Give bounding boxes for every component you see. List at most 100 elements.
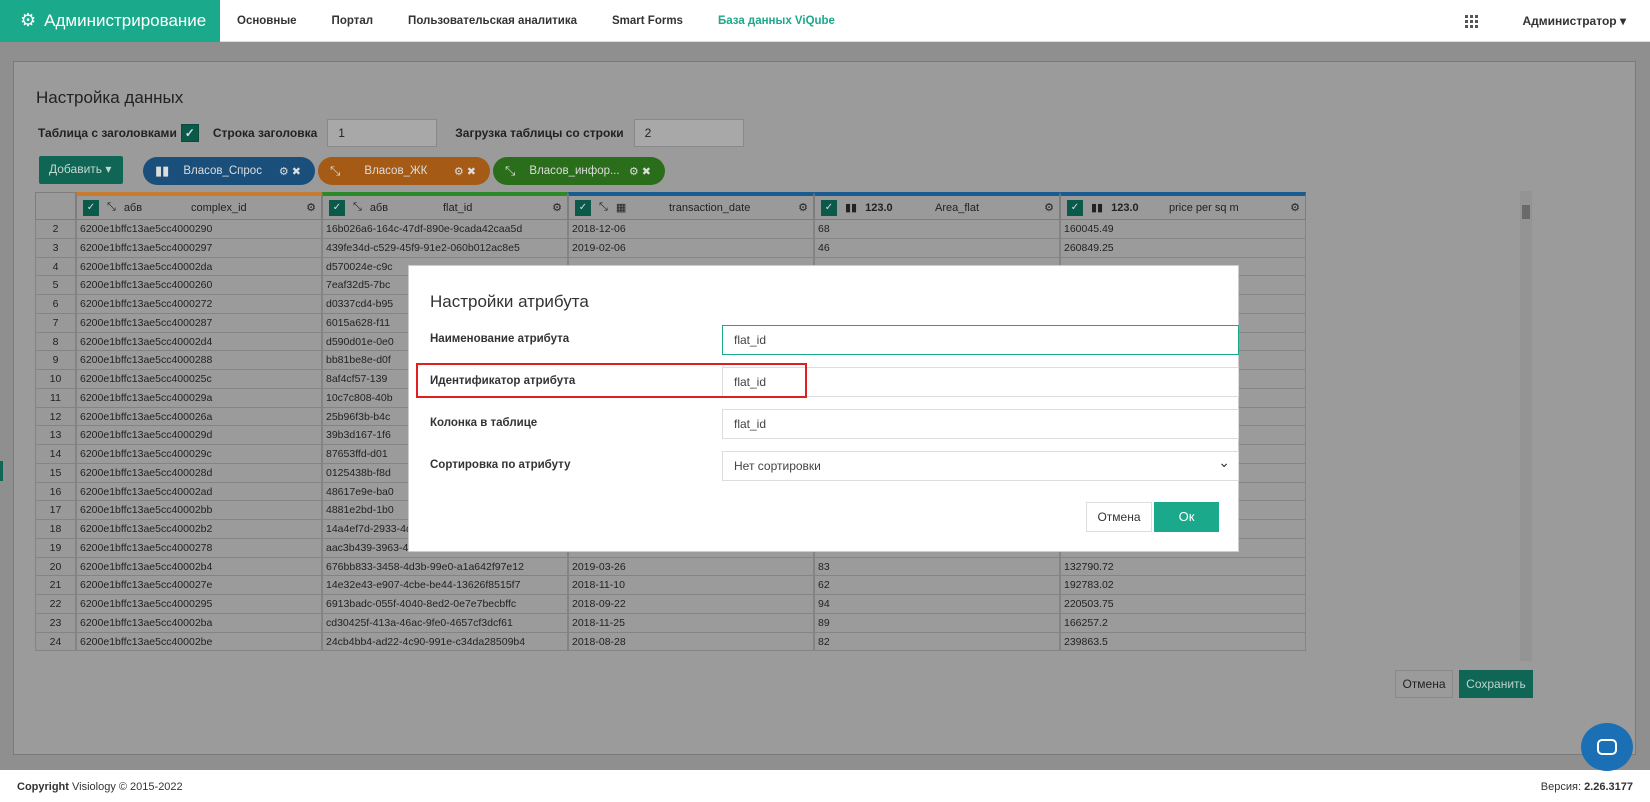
nav-link-user-analytics[interactable]: Пользовательская аналитика — [408, 15, 577, 27]
apps-grid-icon[interactable] — [1464, 15, 1479, 28]
column-type: абв — [369, 201, 389, 214]
modal-ok-button[interactable]: Ок — [1154, 502, 1219, 532]
row-index: 8 — [35, 332, 76, 352]
row-index: 15 — [35, 463, 76, 483]
table-cell: 24cb4bb4-ad22-4c90-991e-c34da28509b4 — [322, 632, 568, 652]
caret-down-icon: ▾ — [1619, 14, 1626, 28]
row-index-header — [35, 192, 76, 220]
table-row: 21 6200e1bffc13ae5cc400027e 14e32e43-e907-… — [35, 576, 1306, 595]
table-cell: cd30425f-413a-46ac-9fe0-4657cf3dcf61 — [322, 613, 568, 633]
chip-demand[interactable]: ▮▮ Власов_Спрос ⚙ ✖ — [143, 157, 315, 185]
table-column-label: Колонка в таблице — [430, 417, 538, 429]
chip-complex[interactable]: ⤡ Власов_ЖК ⚙ ✖ — [318, 157, 490, 185]
table-cell: 676bb833-3458-4d3b-99e0-a1a642f97e12 — [322, 557, 568, 577]
row-index: 23 — [35, 613, 76, 633]
version: Версия: 2.26.3177 — [1541, 781, 1633, 793]
table-row: 2 6200e1bffc13ae5cc4000290 16b026a6-164c-4… — [35, 220, 1306, 239]
panel-save-button[interactable]: Сохранить — [1459, 670, 1533, 698]
column-type: 123.0 — [865, 201, 893, 214]
table-scrollbar[interactable] — [1520, 191, 1532, 661]
nav-links: Основные Портал Пользовательская аналити… — [237, 15, 870, 27]
table-cell: 160045.49 — [1060, 220, 1306, 239]
column-name: flat_id — [443, 201, 473, 214]
chat-button[interactable] — [1581, 723, 1633, 771]
table-cell: 220503.75 — [1060, 595, 1306, 614]
gear-icon[interactable]: ⚙ — [306, 201, 316, 214]
axes-icon: ⤡ — [330, 163, 341, 178]
table-cell: 6200e1bffc13ae5cc4000272 — [76, 295, 322, 314]
table-cell: 82 — [814, 632, 1060, 652]
table-cell: 6200e1bffc13ae5cc40002ad — [76, 482, 322, 502]
table-options: Таблица с заголовками ✓ Строка заголовка… — [38, 119, 762, 147]
table-with-headers-checkbox[interactable]: ✓ — [180, 124, 199, 142]
column-checkbox[interactable]: ✓ — [821, 199, 837, 216]
column-checkbox[interactable]: ✓ — [83, 199, 99, 216]
load-from-row-input[interactable]: 2 — [633, 119, 744, 147]
top-navbar: ⚙ Администрирование Основные Портал Поль… — [0, 0, 1650, 42]
gear-icon[interactable]: ⚙ — [798, 201, 808, 214]
table-cell: 6200e1bffc13ae5cc400027e — [76, 576, 322, 595]
row-index: 16 — [35, 482, 76, 502]
column-checkbox[interactable]: ✓ — [329, 199, 345, 216]
column-header[interactable]: ✓ ⤡ ▦ transaction_date ⚙ — [568, 192, 814, 220]
user-menu[interactable]: Администратор ▾ — [1523, 14, 1626, 28]
table-cell: 6200e1bffc13ae5cc4000290 — [76, 220, 322, 239]
gear-icon[interactable]: ⚙ — [552, 201, 562, 214]
table-cell: 6200e1bffc13ae5cc40002bb — [76, 501, 322, 520]
sort-select[interactable]: Нет сортировки — [722, 451, 1239, 481]
table-cell: 6200e1bffc13ae5cc40002b4 — [76, 557, 322, 577]
table-cell: 2018-08-28 — [568, 632, 814, 652]
user-name: Администратор — [1522, 14, 1617, 28]
table-row: 20 6200e1bffc13ae5cc40002b4 676bb833-3458-… — [35, 557, 1306, 577]
table-row: 3 6200e1bffc13ae5cc4000297 439fe34d-c529-4… — [35, 238, 1306, 258]
bar-chart-icon: ▮▮ — [845, 202, 858, 214]
nav-link-portal[interactable]: Портал — [332, 15, 374, 27]
axes-icon: ⤡ — [505, 163, 516, 178]
chip-label: Власов_ЖК — [364, 165, 428, 177]
table-cell: 6200e1bffc13ae5cc400025c — [76, 370, 322, 389]
table-with-headers-label: Таблица с заголовками — [38, 126, 177, 140]
nav-link-main[interactable]: Основные — [237, 15, 297, 27]
chip-label: Власов_Спрос — [183, 165, 262, 177]
column-header[interactable]: ✓ ▮▮ 123.0 price per sq m ⚙ — [1060, 192, 1306, 220]
gear-icon[interactable]: ⚙ — [1290, 201, 1300, 214]
gear-icon[interactable]: ⚙ — [1044, 201, 1054, 214]
row-index: 18 — [35, 520, 76, 539]
attribute-name-input[interactable]: flat_id — [722, 325, 1239, 355]
column-checkbox[interactable]: ✓ — [1067, 199, 1083, 216]
nav-link-viqube[interactable]: База данных ViQube — [718, 15, 835, 27]
modal-cancel-button[interactable]: Отмена — [1086, 502, 1152, 532]
table-column-input[interactable]: flat_id — [722, 409, 1239, 439]
scrollbar-thumb[interactable] — [1522, 205, 1530, 219]
sort-label: Сортировка по атрибуту — [430, 459, 571, 471]
chip-actions[interactable]: ⚙ ✖ — [279, 165, 301, 178]
column-name: Area_flat — [935, 201, 980, 214]
table-cell: 6200e1bffc13ae5cc4000297 — [76, 238, 322, 258]
row-index: 21 — [35, 576, 76, 595]
panel-cancel-button[interactable]: Отмена — [1395, 670, 1453, 698]
table-cell: 2019-03-26 — [568, 557, 814, 577]
attribute-name-row: Наименование атрибута flat_id — [430, 325, 1239, 355]
chip-actions[interactable]: ⚙ ✖ — [454, 165, 476, 178]
column-header[interactable]: ✓ ⤡ абв flat_id ⚙ — [322, 192, 568, 220]
table-cell: 6913badc-055f-4040-8ed2-0e7e7becbffc — [322, 595, 568, 614]
header-row-input[interactable]: 1 — [327, 119, 438, 147]
axes-icon: ⤡ — [599, 201, 608, 213]
table-cell: 2019-02-06 — [568, 238, 814, 258]
nav-link-smart-forms[interactable]: Smart Forms — [612, 15, 683, 27]
chip-actions[interactable]: ⚙ ✖ — [629, 165, 651, 178]
row-index: 13 — [35, 426, 76, 445]
column-checkbox[interactable]: ✓ — [575, 199, 591, 216]
column-header[interactable]: ✓ ⤡ абв complex_id ⚙ — [76, 192, 322, 220]
copyright-text: Visiology © 2015-2022 — [72, 781, 183, 793]
brand[interactable]: ⚙ Администрирование — [0, 0, 220, 42]
table-cell: 6200e1bffc13ae5cc400029c — [76, 445, 322, 464]
chip-info[interactable]: ⤡ Власов_инфор... ⚙ ✖ — [493, 157, 665, 185]
table-cell: 6200e1bffc13ae5cc400028d — [76, 463, 322, 483]
add-button[interactable]: Добавить ▾ — [39, 156, 123, 184]
sidebar-indicator — [0, 461, 3, 481]
attribute-name-label: Наименование атрибута — [430, 333, 570, 345]
table-cell: 89 — [814, 613, 1060, 633]
column-header[interactable]: ✓ ▮▮ 123.0 Area_flat ⚙ — [814, 192, 1060, 220]
column-type: абв — [123, 201, 143, 214]
